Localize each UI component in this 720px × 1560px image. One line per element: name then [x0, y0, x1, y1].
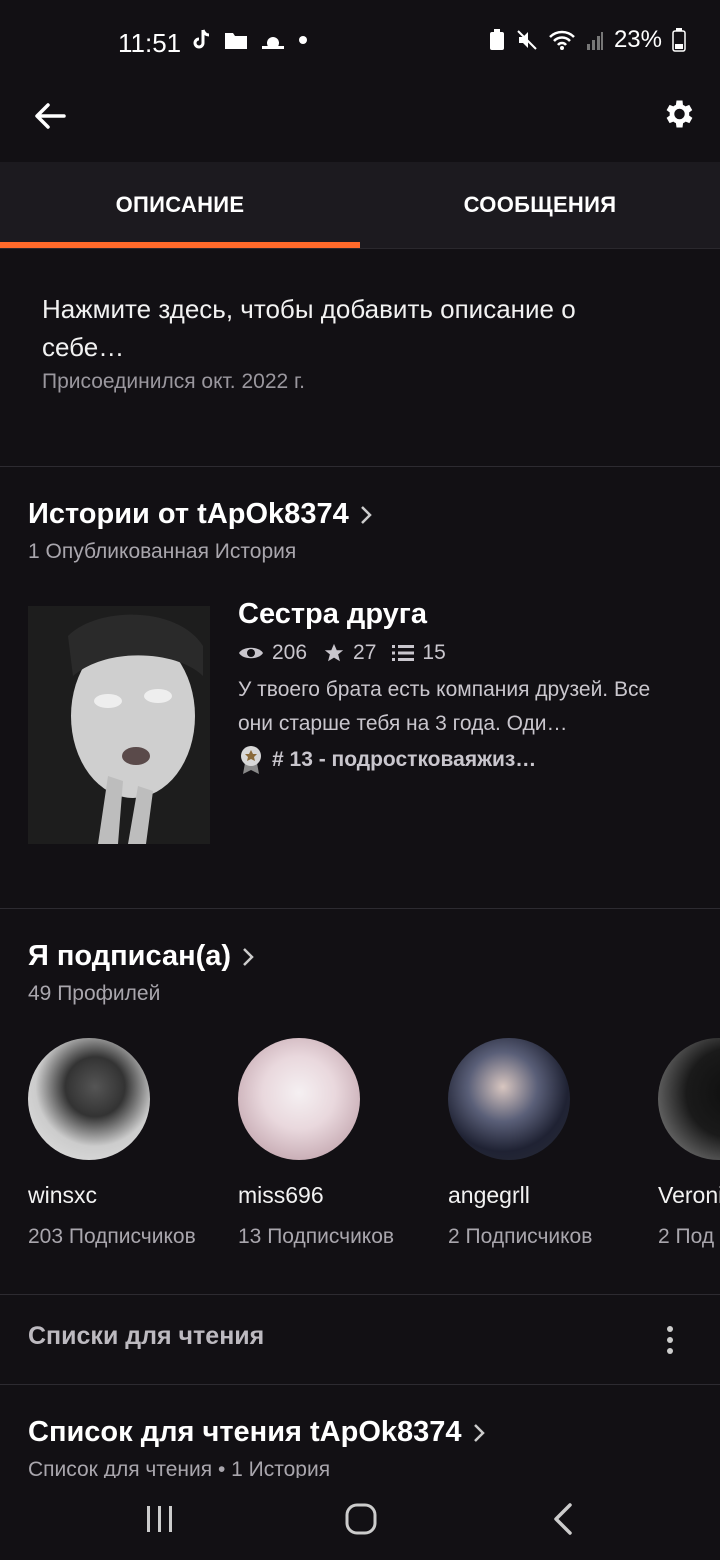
system-navigation-bar — [0, 1478, 720, 1560]
profile-followers: 2 Под — [658, 1225, 715, 1248]
parts-stat: 15 — [392, 641, 446, 665]
profile-card[interactable]: Veroni 2 Под — [658, 1038, 720, 1251]
tiktok-icon — [193, 29, 210, 49]
signal-icon — [586, 32, 603, 50]
story-cover-image[interactable] — [28, 606, 210, 844]
about-section[interactable]: Нажмите здесь, чтобы добавить описание о… — [42, 290, 662, 394]
stories-count: 1 Опубликованная История — [28, 540, 297, 563]
tab-messages[interactable]: СООБЩЕНИЯ — [360, 162, 720, 248]
avatar[interactable] — [28, 1038, 150, 1160]
reading-list-title: Список для чтения tApOk8374 — [28, 1416, 462, 1448]
story-cover-art — [28, 606, 210, 844]
joined-date: Присоединился окт. 2022 г. — [42, 370, 305, 393]
reading-list-subtitle: Список для чтения • 1 История — [28, 1458, 331, 1480]
profile-card[interactable]: winsxc 203 Подписчиков — [28, 1038, 228, 1251]
profile-followers: 2 Подписчиков — [448, 1225, 593, 1248]
profile-card[interactable]: miss696 13 Подписчиков — [238, 1038, 438, 1251]
following-title: Я подписан(а) — [28, 940, 232, 972]
following-carousel: winsxc 203 Подписчиков miss696 13 Подпис… — [28, 1038, 720, 1268]
story-stats: 206 27 15 — [238, 641, 678, 665]
votes-stat: 27 — [323, 641, 376, 665]
eye-icon — [239, 647, 263, 659]
following-section-header[interactable]: Я подписан(а) — [28, 940, 255, 973]
parts-count: 15 — [422, 641, 446, 664]
profile-card[interactable]: angegrll 2 Подписчиков — [448, 1038, 648, 1251]
wifi-icon — [549, 30, 575, 50]
profile-username[interactable]: angegrll — [448, 1182, 648, 1209]
recent-apps-icon[interactable] — [144, 1504, 176, 1534]
list-icon — [392, 645, 415, 661]
divider — [0, 466, 720, 467]
home-icon[interactable] — [344, 1502, 378, 1536]
story-title[interactable]: Сестра друга — [238, 598, 678, 631]
back-nav-icon[interactable] — [550, 1502, 576, 1536]
top-app-bar — [0, 82, 720, 162]
ranking-badge-icon — [241, 746, 261, 774]
tab-description[interactable]: ОПИСАНИЕ — [0, 162, 360, 248]
story-description: У твоего брата есть компания друзей. Все… — [238, 678, 651, 735]
chevron-right-icon — [243, 947, 254, 966]
stories-section-header[interactable]: Истории от tApOk8374 — [28, 498, 373, 531]
profile-username[interactable]: miss696 — [238, 1182, 438, 1209]
battery-percent: 23% — [613, 26, 662, 53]
back-arrow-icon[interactable] — [32, 98, 68, 134]
status-bar: 11:51 23% — [0, 0, 720, 82]
folder-icon — [225, 33, 247, 49]
avatar[interactable] — [448, 1038, 570, 1160]
battery-saver-icon — [489, 29, 504, 50]
weather-icon — [262, 37, 284, 49]
more-vertical-icon[interactable] — [658, 1324, 682, 1356]
following-count: 49 Профилей — [28, 982, 161, 1005]
profile-followers: 203 Подписчиков — [28, 1225, 196, 1248]
reading-lists-label: Списки для чтения — [28, 1322, 265, 1350]
reading-list-header[interactable]: Список для чтения tApOk8374 — [28, 1416, 486, 1449]
status-time: 11:51 — [118, 28, 182, 58]
ranking-text: # 13 - подростковаяжиз… — [272, 748, 537, 771]
divider — [0, 1384, 720, 1385]
profile-username[interactable]: Veroni — [658, 1182, 720, 1209]
views-count: 206 — [272, 641, 308, 664]
about-placeholder-text[interactable]: Нажмите здесь, чтобы добавить описание о… — [42, 290, 662, 366]
story-card[interactable]: Сестра друга 206 27 15 У твоего брата ес… — [238, 598, 678, 775]
status-right-icons: 23% — [488, 26, 686, 54]
profile-followers: 13 Подписчиков — [238, 1225, 395, 1248]
chevron-right-icon — [473, 1423, 485, 1442]
mute-icon — [517, 30, 537, 50]
avatar[interactable] — [658, 1038, 720, 1160]
status-left-icons — [190, 28, 308, 52]
stories-title: Истории от tApOk8374 — [28, 498, 349, 530]
star-icon — [324, 643, 344, 662]
battery-icon — [672, 28, 686, 52]
settings-gear-icon[interactable] — [660, 96, 696, 132]
profile-username[interactable]: winsxc — [28, 1182, 228, 1209]
votes-count: 27 — [353, 641, 377, 664]
views-stat: 206 — [238, 641, 307, 665]
story-ranking-tag[interactable]: # 13 - подростковаяжиз… — [238, 745, 678, 775]
divider — [0, 1294, 720, 1295]
profile-tabs: ОПИСАНИЕ СООБЩЕНИЯ — [0, 162, 720, 249]
avatar[interactable] — [238, 1038, 360, 1160]
chevron-right-icon — [360, 505, 372, 524]
dot-icon — [299, 36, 307, 44]
divider — [0, 908, 720, 909]
